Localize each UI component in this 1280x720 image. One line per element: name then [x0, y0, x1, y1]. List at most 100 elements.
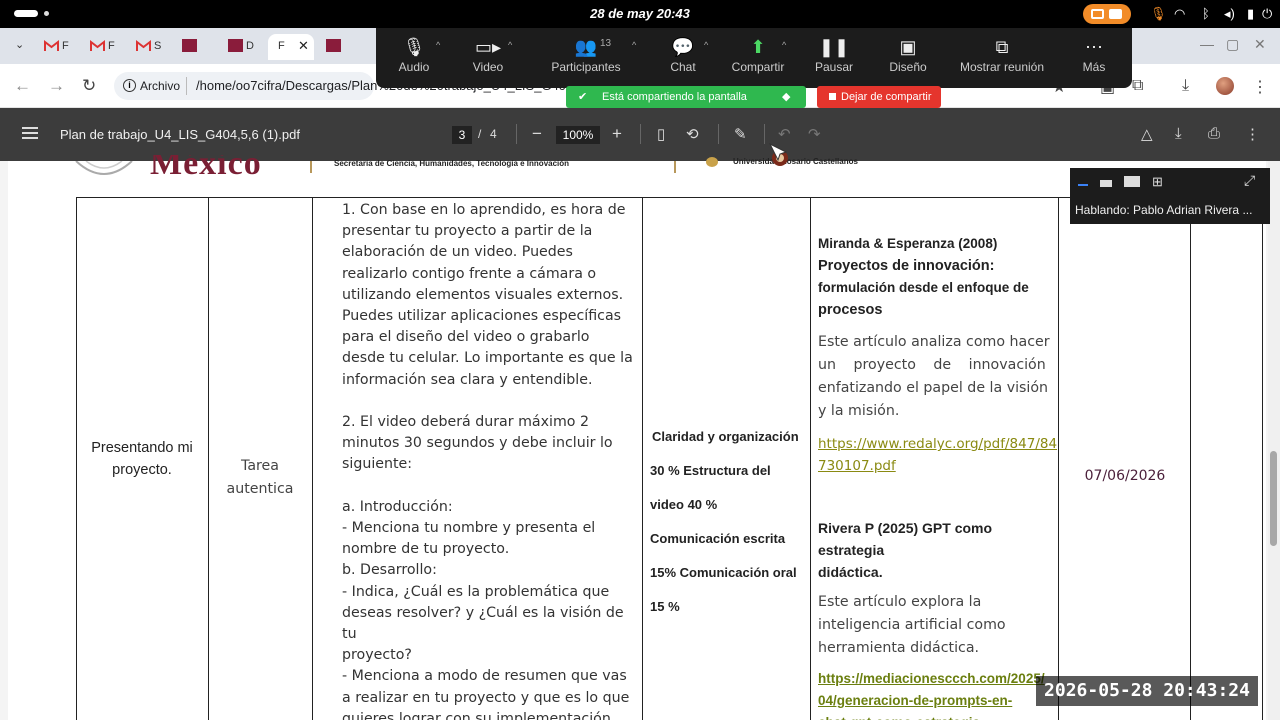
participants-button[interactable]: 👥 13 Participantes ^ [548, 36, 636, 74]
mic-icon: 🎙 [402, 37, 426, 57]
link-line[interactable]: https://www.redalyc.org/pdf/847/84 [818, 433, 1058, 455]
pdf-download-icon[interactable]: ⤓ [1175, 125, 1182, 142]
link-line[interactable]: chat-gpt-como-estrategia- [818, 712, 1058, 720]
chevron-up-icon[interactable]: ^ [436, 40, 440, 50]
grid-view-icon[interactable]: ⊞ [1152, 174, 1163, 190]
tab-title: D [246, 40, 254, 52]
chat-button[interactable]: 💬 Chat ^ [668, 36, 708, 74]
print-icon[interactable]: ⎙ [1208, 125, 1220, 142]
expand-icon[interactable]: ⤢ [1244, 172, 1255, 189]
scrollbar-thumb[interactable] [1270, 451, 1277, 546]
screencast-icon[interactable] [1083, 4, 1131, 24]
chevron-up-icon[interactable]: ^ [508, 40, 512, 50]
wifi-icon[interactable]: ◠ [1174, 6, 1185, 22]
pdf-menu-icon[interactable] [22, 127, 38, 139]
instruction-line: b. Desarrollo: [342, 562, 437, 579]
redo-icon[interactable]: ↷ [808, 125, 821, 143]
gmail-icon [90, 39, 105, 51]
speaker-tile: ⊞ ⤢ Hablando: Pablo Adrian Rivera ... [1070, 168, 1270, 224]
audio-label: Audio [398, 60, 430, 74]
link-line[interactable]: https://mediacionesccch.com/2025/ [818, 668, 1058, 690]
layout-button[interactable]: ▣ Diseño [886, 36, 930, 74]
scrollbar[interactable] [1268, 161, 1280, 720]
stop-icon [829, 93, 836, 100]
instruction-line: 2. El video deberá durar máximo 2 [342, 414, 589, 431]
audio-button[interactable]: 🎙 Audio ^ [396, 36, 441, 74]
fit-page-icon[interactable]: ▯ [657, 125, 665, 143]
video-button[interactable]: ▭▸ Video ^ [470, 36, 512, 74]
undo-icon[interactable]: ↶ [778, 125, 791, 143]
unam-icon [182, 39, 197, 52]
close-tab-icon[interactable]: ✕ [298, 38, 309, 54]
reference-1-link[interactable]: https://www.redalyc.org/pdf/847/84 73010… [818, 433, 1058, 477]
stop-sharing-button[interactable]: Dejar de compartir [817, 86, 941, 108]
page-number-input[interactable]: 3 [452, 126, 472, 144]
reference-2-link[interactable]: https://mediacionesccch.com/2025/ 04/gen… [818, 668, 1058, 720]
tab-active-pdf[interactable]: F ✕ [268, 34, 314, 60]
tab-1[interactable]: F [38, 34, 82, 60]
back-icon[interactable]: ← [14, 76, 31, 96]
tab-3[interactable]: S [130, 34, 174, 60]
chevron-up-icon[interactable]: ^ [632, 40, 636, 50]
participants-icon: 👥 [574, 37, 598, 57]
instruction-line: 1. Con base en lo aprendido, es hora de [342, 202, 626, 218]
page-separator: / [478, 127, 482, 141]
volume-icon[interactable]: ◂) [1224, 6, 1235, 22]
pause-label: Pausar [814, 60, 854, 74]
university-text: Universidad Rosario Castellanos [733, 157, 858, 166]
table-border [1058, 197, 1059, 720]
pdf-toolbar: Plan de trabajo_U4_LIS_G404,5,6 (1).pdf … [0, 108, 1280, 161]
tab-4[interactable] [176, 34, 220, 60]
browser-menu-icon[interactable]: ⋮ [1252, 77, 1268, 97]
zoom-out-icon[interactable]: − [532, 124, 542, 144]
minimize-icon[interactable]: — [1200, 36, 1214, 52]
annotate-icon[interactable]: ✎ [734, 125, 747, 143]
drive-save-icon[interactable]: △ [1141, 125, 1153, 143]
unam-icon [326, 39, 341, 52]
shield-icon: ◆ [782, 91, 791, 103]
minimize-view-icon[interactable] [1078, 184, 1088, 186]
show-meeting-button[interactable]: ⧉ Mostrar reunión [954, 36, 1050, 74]
instruction-line: minutos 30 segundos y debe incluir lo [342, 435, 613, 452]
more-button[interactable]: ⋯ Más [1080, 36, 1108, 74]
rotate-icon[interactable]: ⟲ [686, 125, 699, 143]
chevron-up-icon[interactable]: ^ [782, 40, 786, 50]
reference-line: Rivera P (2025) GPT como estrategia [818, 520, 993, 558]
close-window-icon[interactable]: ✕ [1254, 36, 1266, 53]
pause-button[interactable]: ❚❚ Pausar [812, 36, 856, 74]
tab-search-dropdown[interactable]: ⌄ [10, 34, 32, 60]
power-icon[interactable]: ⏻ [1262, 6, 1272, 22]
zoom-input[interactable]: 100% [556, 126, 600, 144]
video-icon: ▭▸ [474, 37, 502, 57]
reference-line: Proyectos de innovación: [818, 258, 995, 274]
forward-icon[interactable]: → [48, 76, 65, 96]
bluetooth-icon[interactable]: ᛒ [1202, 6, 1210, 21]
chevron-up-icon[interactable]: ^ [704, 40, 708, 50]
avatar[interactable] [1216, 77, 1234, 95]
criteria-line: 15% Comunicación oral [650, 565, 797, 580]
tab-5[interactable]: D [222, 34, 266, 60]
instruction-line: realizarlo contigo frente a cámara o [342, 265, 597, 282]
download-icon[interactable]: ⤓ [1182, 77, 1189, 95]
large-view-icon[interactable] [1124, 176, 1140, 187]
tab-2[interactable]: F [84, 34, 128, 60]
small-view-icon[interactable] [1100, 180, 1112, 187]
reference-line: procesos [818, 302, 883, 318]
tab-7[interactable] [320, 34, 364, 60]
maximize-icon[interactable]: ▢ [1226, 36, 1239, 53]
reference-line: Este artículo explora la [818, 594, 982, 610]
type-cell: Tarea autentica [210, 455, 310, 501]
share-button[interactable]: ⬆ Compartir ^ [728, 36, 788, 74]
link-line[interactable]: 730107.pdf [818, 455, 1058, 477]
link-line[interactable]: 04/generacion-de-prompts-en- [818, 690, 1058, 712]
reference-line: Miranda & Esperanza (2008) [818, 236, 998, 251]
mic-icon[interactable]: 🎙 [1150, 6, 1167, 22]
extensions-puzzle-icon[interactable]: ⧉ [1132, 77, 1143, 95]
battery-icon[interactable]: ▮ [1247, 6, 1254, 22]
show-meeting-icon: ⧉ [995, 37, 1009, 57]
pdf-more-icon[interactable]: ⋮ [1245, 125, 1260, 143]
zoom-in-icon[interactable]: + [612, 124, 622, 144]
reference-2-description: Este artículo explora la inteligencia ar… [818, 591, 1058, 660]
reload-icon[interactable]: ↻ [82, 76, 96, 96]
layout-label: Diseño [889, 60, 927, 74]
